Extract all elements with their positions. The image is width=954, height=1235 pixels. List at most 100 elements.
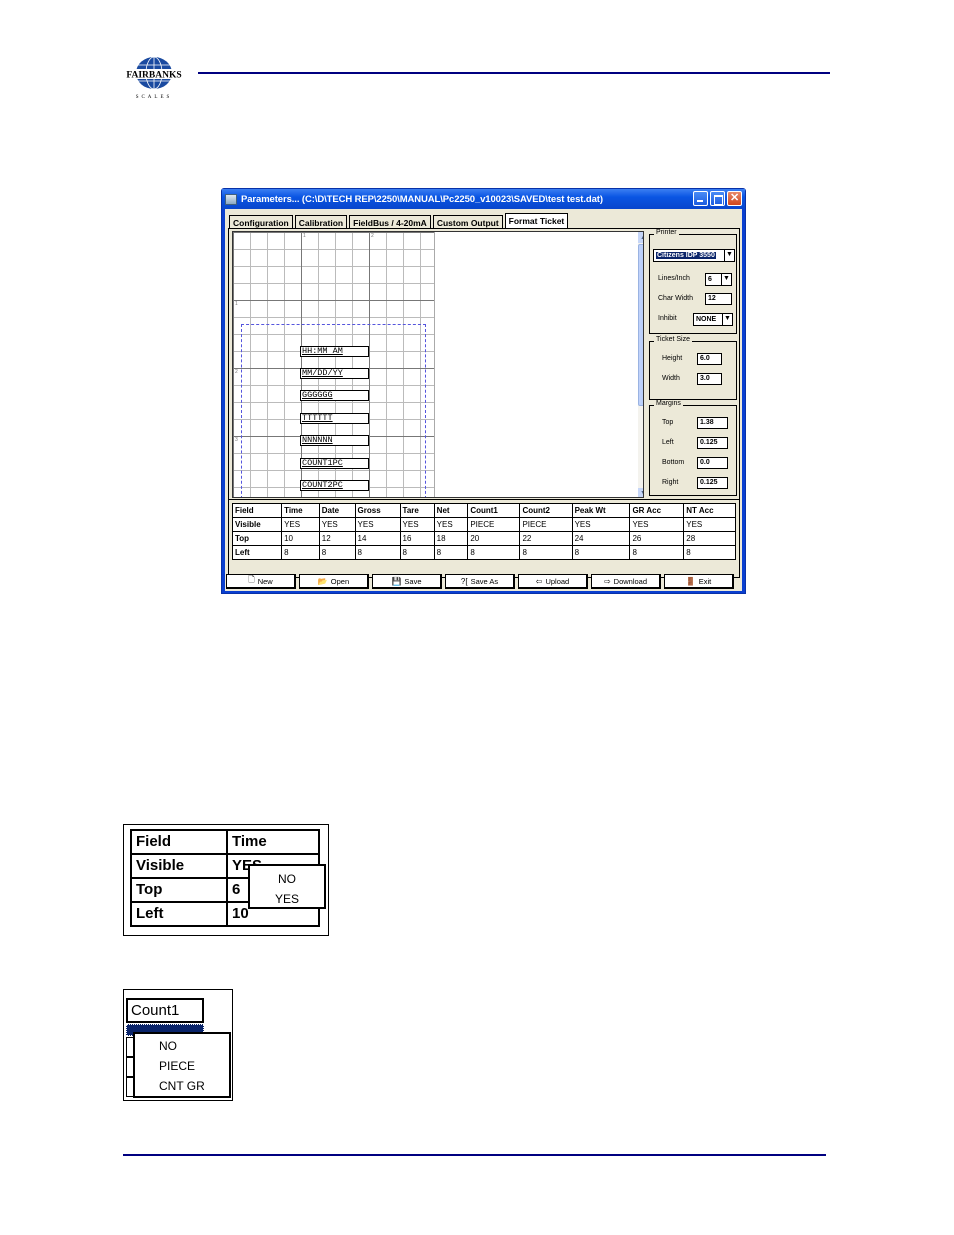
canvas-vertical-scrollbar[interactable]: ▲ ▼ <box>638 232 643 497</box>
cell-visible[interactable]: YES <box>433 517 469 532</box>
inhibit-label: Inhibit <box>658 315 677 322</box>
cell-visible[interactable]: YES <box>629 517 685 532</box>
cell-left[interactable]: 8 <box>354 545 401 560</box>
time-field-box[interactable]: HH:MM AM <box>300 346 369 357</box>
button-label: Upload <box>545 576 570 586</box>
cell-top[interactable]: 12 <box>318 531 356 546</box>
new-button[interactable]: 🗋 New <box>226 574 296 589</box>
ruler-left-label: 2 <box>235 369 238 375</box>
cell-top[interactable]: 14 <box>354 531 401 546</box>
scroll-thumb[interactable] <box>638 244 643 406</box>
cell-left[interactable]: 8 <box>399 545 435 560</box>
field-table: Field Time Date Gross Tare Net Count1 Count2 Pea… <box>231 503 736 560</box>
cell-left[interactable]: 8 <box>629 545 685 560</box>
cell-visible[interactable]: YES <box>571 517 631 532</box>
table-row: Left 8 8 8 8 8 8 8 8 8 8 <box>231 545 736 560</box>
cell-left[interactable]: 8 <box>318 545 356 560</box>
ticket-height-input[interactable]: 6.0 <box>697 353 722 365</box>
row-header: Field <box>130 829 228 855</box>
cell-top[interactable]: 22 <box>519 531 573 546</box>
cell-left[interactable]: 8 <box>519 545 573 560</box>
cell-visible[interactable]: YES <box>399 517 435 532</box>
save-as-button[interactable]: ?[Save As <box>445 574 515 589</box>
cell-visible[interactable]: YES <box>354 517 401 532</box>
button-label: New <box>257 576 273 586</box>
chevron-down-icon[interactable]: ▼ <box>721 274 731 285</box>
cell-visible[interactable]: YES <box>281 517 320 532</box>
save-button[interactable]: 💾 Save <box>372 574 442 589</box>
date-field-box[interactable]: MM/DD/YY <box>300 368 369 379</box>
cell-visible[interactable]: PIECE <box>519 517 573 532</box>
cell-top[interactable]: 20 <box>467 531 521 546</box>
margins-group-label: Margins <box>654 400 683 407</box>
printer-model-select[interactable]: Citizens IDP 3550 ▼ <box>653 249 735 262</box>
title-bar[interactable]: Parameters... (C:\D\TECH REP\2250\MANUAL… <box>222 189 745 209</box>
cell-left[interactable]: 8 <box>683 545 736 560</box>
close-button[interactable] <box>727 191 742 206</box>
row-header: Visible <box>130 853 228 879</box>
cell-top[interactable]: 16 <box>399 531 435 546</box>
chevron-down-icon[interactable]: ▼ <box>722 314 732 325</box>
cell-top[interactable]: 24 <box>571 531 631 546</box>
save-as-icon: ?[ <box>460 576 468 586</box>
tab-configuration[interactable]: Configuration <box>229 215 293 229</box>
column-header: Peak Wt <box>571 503 631 518</box>
upload-button[interactable]: ⇦ Upload <box>518 574 588 589</box>
cell-left[interactable]: 8 <box>467 545 521 560</box>
option-no[interactable]: NO <box>159 1036 229 1056</box>
option-cnt-gr[interactable]: CNT GR <box>159 1076 229 1096</box>
cell-visible[interactable]: PIECE <box>467 517 521 532</box>
tare-field-box[interactable]: TTTTTT <box>300 413 369 424</box>
option-yes[interactable]: YES <box>250 889 324 909</box>
margin-left-input[interactable]: 0.125 <box>697 437 728 449</box>
margin-top-input[interactable]: 1.38 <box>697 417 728 429</box>
window-title: Parameters... (C:\D\TECH REP\2250\MANUAL… <box>241 193 603 205</box>
char-width-input[interactable]: 12 <box>705 293 732 305</box>
maximize-button[interactable] <box>710 191 725 206</box>
ruler-left-label: 3 <box>235 437 238 443</box>
tab-format-ticket[interactable]: Format Ticket <box>504 213 569 229</box>
margin-left-label: Left <box>662 439 674 446</box>
minimize-button[interactable] <box>693 191 708 206</box>
cell-value: Time <box>226 829 320 855</box>
count1-field-box[interactable]: COUNT1PC <box>300 458 369 469</box>
ticket-width-input[interactable]: 3.0 <box>697 373 722 385</box>
chevron-down-icon[interactable]: ▼ <box>724 250 734 261</box>
cell-visible[interactable]: YES <box>683 517 736 532</box>
cell-top[interactable]: 18 <box>433 531 469 546</box>
inhibit-select[interactable]: NONE ▼ <box>693 313 733 326</box>
tab-calibration[interactable]: Calibration <box>294 215 348 229</box>
option-no[interactable]: NO <box>250 869 324 889</box>
open-button[interactable]: 📂 Open <box>299 574 369 589</box>
exit-door-icon: 🚪 <box>685 576 696 586</box>
net-field-box[interactable]: NNNNNN <box>300 435 369 446</box>
gross-field-box[interactable]: GGGGGG <box>300 390 369 401</box>
cell-visible[interactable]: YES <box>318 517 356 532</box>
cell-left[interactable]: 8 <box>433 545 469 560</box>
margin-right-input[interactable]: 0.125 <box>697 477 728 489</box>
tab-fieldbus[interactable]: FieldBus / 4-20mA <box>349 215 431 229</box>
row-header: Field <box>231 503 283 518</box>
option-piece[interactable]: PIECE <box>159 1056 229 1076</box>
row-header: Left <box>130 901 228 927</box>
lines-per-inch-select[interactable]: 6 ▼ <box>705 273 732 286</box>
printer-model-value: Citizens IDP 3550 <box>656 252 716 259</box>
scroll-up-icon[interactable]: ▲ <box>638 232 643 243</box>
table-row: Field Time Date Gross Tare Net Count1 Count2 Pea… <box>231 503 736 518</box>
row-header: Left <box>231 545 283 560</box>
cell-top[interactable]: 28 <box>683 531 736 546</box>
ticket-layout-canvas[interactable]: 1 2 1 2 3 HH:MM AM MM/DD/YY GGGGGG TTTTT… <box>232 231 644 498</box>
cell-top[interactable]: 26 <box>629 531 685 546</box>
cell-left[interactable]: 8 <box>571 545 631 560</box>
column-header: Date <box>318 503 356 518</box>
count2-field-box[interactable]: COUNT2PC <box>300 480 369 491</box>
scroll-down-icon[interactable]: ▼ <box>638 488 643 497</box>
exit-button[interactable]: 🚪 Exit <box>664 574 734 589</box>
ruler-top-label: 1 <box>303 233 306 239</box>
cell-left[interactable]: 8 <box>281 545 320 560</box>
margin-right-label: Right <box>662 479 679 486</box>
download-button[interactable]: ⇨ Download <box>591 574 661 589</box>
margin-bottom-input[interactable]: 0.0 <box>697 457 728 469</box>
tab-custom-output[interactable]: Custom Output <box>432 215 503 229</box>
cell-top[interactable]: 10 <box>281 531 320 546</box>
